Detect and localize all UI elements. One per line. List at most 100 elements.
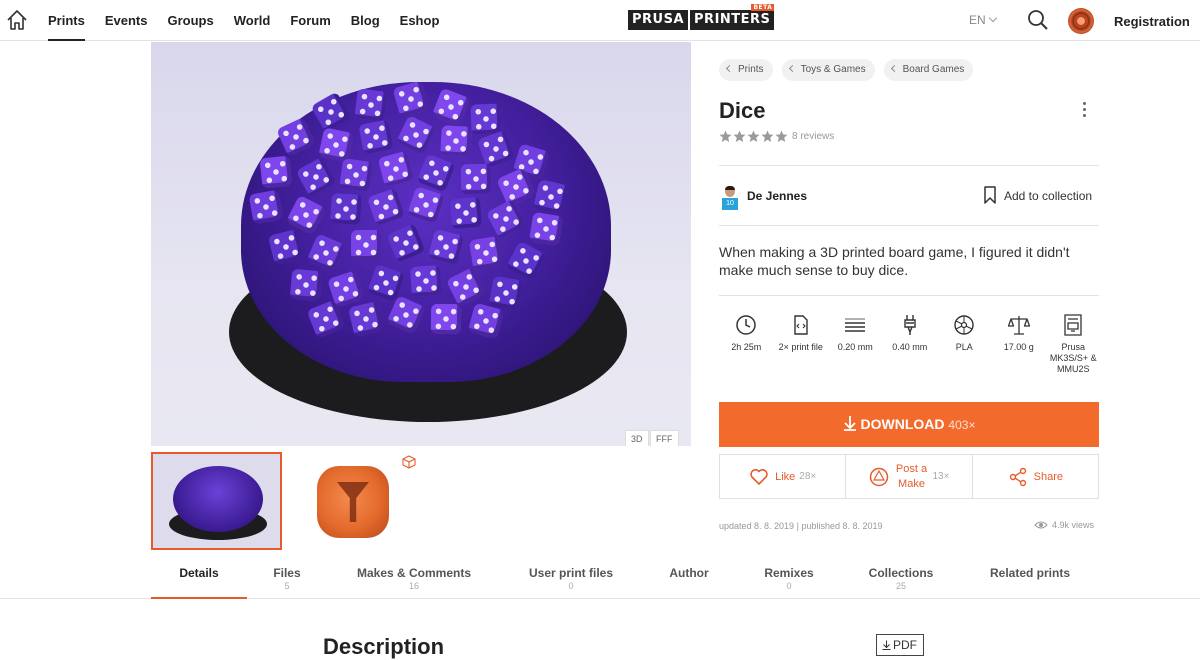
download-label: DOWNLOAD: [860, 416, 945, 432]
die: [470, 103, 502, 135]
like-label: Like: [775, 470, 796, 483]
tab-count: 16: [408, 581, 419, 591]
chevron-left-icon: [725, 64, 734, 73]
breadcrumb: Prints Toys & Games Board Games: [719, 59, 982, 81]
nav-item-events[interactable]: Events: [105, 0, 148, 41]
thumbnail-die-render: [317, 466, 389, 538]
scale-icon: [1007, 316, 1030, 335]
param-print-time: 2h 25m: [719, 314, 774, 375]
param-printer: Prusa MK3S/S+ & MMU2S: [1046, 314, 1101, 375]
breadcrumb-board-games[interactable]: Board Games: [883, 59, 974, 81]
chevron-left-icon: [890, 64, 898, 73]
tab-count: 25: [895, 581, 906, 591]
add-to-collection-button[interactable]: Add to collection: [1004, 189, 1092, 203]
tab-user-print-files[interactable]: User print files 0: [521, 566, 621, 591]
post-a-make-button[interactable]: Post a Make 13×: [846, 455, 973, 498]
home-icon[interactable]: [6, 9, 28, 31]
tab-count: 0: [568, 581, 574, 591]
tab-details[interactable]: Details: [151, 566, 247, 580]
nav-item-prints[interactable]: Prints: [48, 0, 85, 41]
action-bar: Like 28× Post a Make 13× Share: [719, 454, 1099, 499]
divider: [719, 295, 1099, 296]
breadcrumb-prints[interactable]: Prints: [719, 59, 773, 81]
more-options-icon[interactable]: [1080, 102, 1088, 120]
author-avatar[interactable]: 10: [722, 186, 738, 210]
tab-label: Collections: [868, 566, 934, 580]
pdf-download-button[interactable]: PDF: [876, 634, 924, 656]
tab-makes-comments[interactable]: Makes & Comments 16: [349, 566, 479, 591]
publish-dates: updated 8. 8. 2019 | published 8. 8. 201…: [719, 521, 883, 531]
author-level-badge: 10: [722, 198, 738, 210]
param-label: Prusa MK3S/S+ & MMU2S: [1049, 342, 1097, 374]
main-print-image[interactable]: 3D FFF: [151, 42, 691, 446]
like-button[interactable]: Like 28×: [720, 455, 847, 498]
pdf-label: PDF: [893, 638, 917, 652]
rating-stars[interactable]: [719, 130, 789, 143]
param-label: 2× print file: [778, 342, 823, 352]
language-selector[interactable]: EN: [969, 13, 997, 27]
param-nozzle: 0.40 mm: [883, 314, 938, 375]
thumbnail-dice: [173, 466, 263, 532]
tab-author[interactable]: Author: [657, 566, 721, 580]
printer-icon: [1064, 314, 1082, 336]
die: [354, 88, 388, 122]
tab-label: Author: [669, 566, 709, 580]
beta-badge: BETA: [751, 4, 775, 11]
author-name[interactable]: De Jennes: [747, 189, 807, 203]
die: [318, 127, 354, 163]
param-label: 0.20 mm: [837, 342, 873, 352]
nozzle-icon: [904, 315, 916, 335]
tab-label: Remixes: [764, 566, 814, 580]
logo-text-prusa: PRUSA: [628, 10, 689, 30]
reviews-count[interactable]: 8 reviews: [792, 131, 834, 142]
param-label: 2h 25m: [731, 342, 762, 352]
active-tab-indicator: [151, 597, 247, 599]
heart-icon: [750, 468, 768, 485]
die: [259, 155, 293, 189]
filament-spool-icon: [954, 315, 974, 335]
die: [468, 235, 504, 271]
thumbnail-photo[interactable]: [151, 452, 282, 550]
breadcrumb-toys-games[interactable]: Toys & Games: [781, 59, 875, 81]
user-avatar[interactable]: [1068, 8, 1094, 34]
nav-item-world[interactable]: World: [234, 0, 271, 41]
param-label: 17.00 g: [1003, 342, 1034, 352]
make-count: 13×: [932, 471, 950, 482]
tab-label: Files: [273, 566, 301, 580]
share-button[interactable]: Share: [973, 455, 1098, 498]
tab-files[interactable]: Files 5: [257, 566, 317, 591]
divider: [719, 165, 1099, 166]
print-summary: When making a 3D printed board game, I f…: [719, 244, 1070, 278]
views-count: 4.9k views: [1034, 520, 1094, 530]
chevron-left-icon: [788, 64, 796, 73]
bookmark-icon[interactable]: [983, 186, 997, 204]
nav-item-blog[interactable]: Blog: [351, 0, 380, 41]
tab-related-prints[interactable]: Related prints: [983, 566, 1077, 580]
star-icon: [775, 130, 788, 142]
tab-collections[interactable]: Collections 25: [861, 566, 941, 591]
nav-item-groups[interactable]: Groups: [167, 0, 213, 41]
registration-link[interactable]: Registration: [1114, 14, 1190, 29]
tab-remixes[interactable]: Remixes 0: [757, 566, 821, 591]
fff-tag[interactable]: FFF: [650, 430, 679, 446]
tab-count: 0: [786, 581, 792, 591]
thumbnail-render[interactable]: [289, 452, 420, 550]
die: [351, 230, 381, 260]
star-icon: [747, 130, 760, 142]
tab-label: Details: [179, 566, 219, 580]
search-icon[interactable]: [1027, 9, 1049, 31]
download-button[interactable]: DOWNLOAD 403×: [719, 402, 1099, 447]
site-logo[interactable]: PRUSA PRINTERS BETA: [628, 4, 775, 30]
print-parameters: 2h 25m 2× print file 0.20 mm 0.40 mm PLA…: [719, 314, 1101, 375]
die: [329, 192, 363, 226]
nav-item-forum[interactable]: Forum: [290, 0, 330, 41]
share-icon: [1009, 467, 1026, 486]
logo-text-printers-label: PRINTERS: [694, 12, 771, 27]
chevron-down-icon: [988, 13, 997, 23]
nav-item-eshop[interactable]: Eshop: [400, 0, 440, 41]
die: [449, 196, 483, 230]
param-label: 0.40 mm: [892, 342, 928, 352]
divider: [719, 225, 1099, 226]
logo-text-printers: PRINTERS BETA: [690, 4, 775, 30]
view-3d-tag[interactable]: 3D: [625, 430, 649, 446]
